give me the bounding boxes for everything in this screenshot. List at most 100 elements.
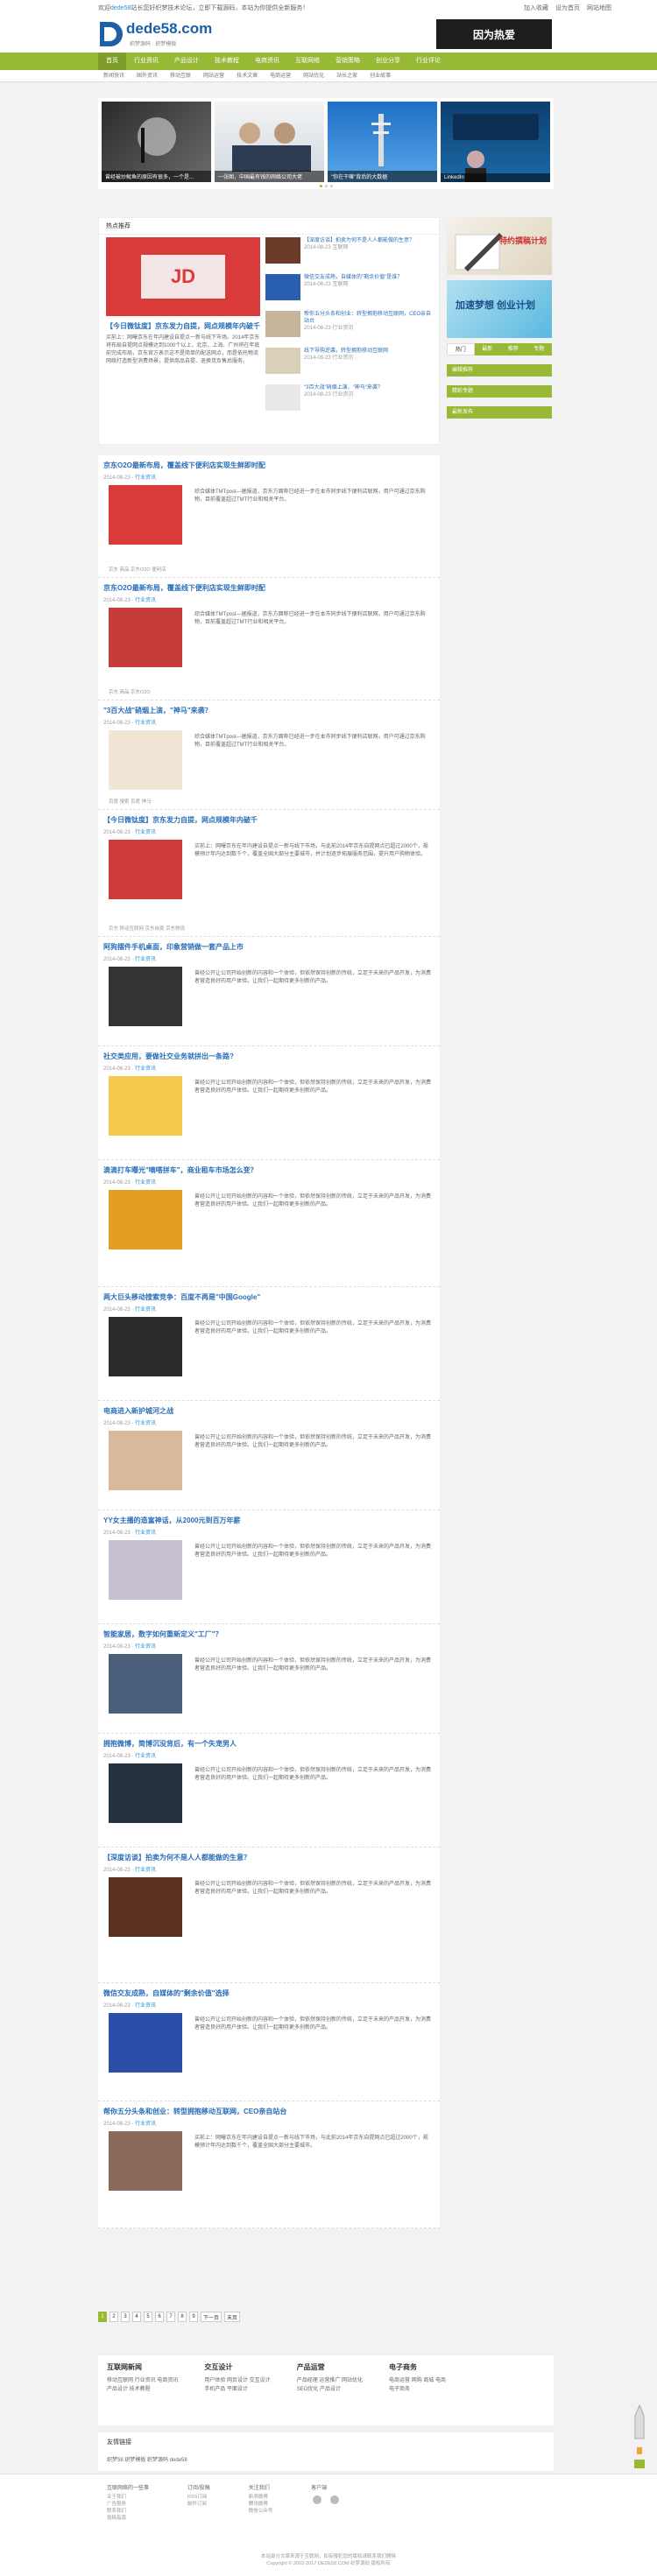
tab-latest[interactable]: 最新 bbox=[474, 343, 500, 355]
sidebar-section-topics[interactable]: 精彩专题 bbox=[447, 385, 552, 398]
footer-link[interactable]: 微信公众号 bbox=[249, 2508, 273, 2515]
article-thumbnail[interactable] bbox=[109, 1654, 182, 1714]
slide-2[interactable]: 一张图，中国最有钱的网络公司大佬 bbox=[215, 102, 324, 182]
article-thumbnail[interactable] bbox=[109, 1317, 182, 1376]
friend-links-list[interactable]: 织梦58 织梦模板 织梦源码 dede58 bbox=[107, 2455, 545, 2463]
nav-item-internet[interactable]: 互联网络 bbox=[287, 53, 328, 70]
subnav-item[interactable]: 国外资讯 bbox=[137, 70, 158, 81]
nav-item-startup[interactable]: 创业分享 bbox=[368, 53, 408, 70]
article-category[interactable]: 行业资讯 bbox=[135, 721, 156, 726]
subnav-item[interactable]: 创业故事 bbox=[370, 70, 391, 81]
footer-col-links[interactable]: 手机产品 平面设计 bbox=[204, 2385, 270, 2394]
footer-col-links[interactable]: 移动互联网 行业资讯 电商资讯 bbox=[107, 2376, 178, 2385]
slide-4[interactable]: LinkedIn bbox=[441, 102, 550, 182]
page-link[interactable]: 3 bbox=[121, 2312, 130, 2322]
article-category[interactable]: 行业资讯 bbox=[135, 1307, 156, 1313]
article-thumbnail[interactable] bbox=[109, 840, 182, 899]
article-category[interactable]: 行业资讯 bbox=[135, 957, 156, 962]
slide-1[interactable]: 曾经被炒鱿鱼的原因有很多，一个是... bbox=[102, 102, 211, 182]
subnav-item[interactable]: 网站优化 bbox=[303, 70, 324, 81]
article-title[interactable]: 滴滴打车曝光"嘀嗒拼车"，商业租车市场怎么变？ bbox=[98, 1160, 440, 1175]
sidebar-section-latest[interactable]: 最新发布 bbox=[447, 406, 552, 419]
footer-link[interactable]: 新浪微博 bbox=[249, 2494, 273, 2501]
article-thumbnail[interactable] bbox=[109, 1877, 182, 1937]
article-category[interactable]: 行业资讯 bbox=[135, 2122, 156, 2127]
article-title[interactable]: 社交类应用，要做社交业务就拼出一条路? bbox=[98, 1046, 440, 1061]
hot-item-title[interactable]: 帮你五分头条和创业：转型拥抱移动互联网，CEO亲自站台 bbox=[304, 311, 432, 325]
hot-list-item[interactable]: 微信交友成熟，自媒体的"剩余价值"是谁？ 2014-08-23 互联网 bbox=[265, 274, 432, 307]
article-thumbnail[interactable] bbox=[109, 1540, 182, 1600]
header-banner-ad[interactable]: 因为热爱 bbox=[436, 19, 552, 49]
article-title[interactable]: 京东O2O最新布局，覆盖线下便利店实现生鲜即时配 bbox=[98, 578, 440, 593]
article-title[interactable]: YY女主播的造富神话，从2000元到百万年薪 bbox=[98, 1510, 440, 1525]
tab-recommend[interactable]: 推荐 bbox=[500, 343, 526, 355]
page-link[interactable]: 5 bbox=[144, 2312, 152, 2322]
page-link[interactable]: 2 bbox=[110, 2312, 118, 2322]
slide-3[interactable]: "你在干嘛"背后的大数据 bbox=[328, 102, 437, 182]
article-title[interactable]: 两大巨头移动搜索竞争：百度不再是"中国Google" bbox=[98, 1287, 440, 1302]
article-thumbnail[interactable] bbox=[109, 485, 182, 545]
article-category[interactable]: 行业资讯 bbox=[135, 1066, 156, 1072]
footer-link[interactable]: 邮件订阅 bbox=[187, 2501, 210, 2508]
article-thumbnail[interactable] bbox=[109, 967, 182, 1026]
article-thumbnail[interactable] bbox=[109, 1763, 182, 1823]
site-logo[interactable]: dede58.com 织梦源码 · 织梦模板 bbox=[98, 17, 212, 50]
article-title[interactable]: 拥抱微博，简博沉没背后，有一个失宠男人 bbox=[98, 1734, 440, 1749]
hot-main-title[interactable]: 【今日微钛度】京东发力自提，网点规模年内破千 bbox=[106, 321, 260, 331]
page-link[interactable]: 下一页 bbox=[201, 2312, 223, 2322]
footer-link[interactable]: 联系我们 bbox=[107, 2508, 149, 2515]
article-title[interactable]: 电商进入新护城河之战 bbox=[98, 1401, 440, 1416]
subnav-item[interactable]: 移动互联 bbox=[170, 70, 191, 81]
page-link[interactable]: 9 bbox=[189, 2312, 198, 2322]
footer-col-links[interactable]: 电子商务 bbox=[389, 2385, 446, 2394]
page-link[interactable]: 8 bbox=[178, 2312, 187, 2322]
footer-col-links[interactable]: SEO优化 产品设计 bbox=[297, 2385, 363, 2394]
article-category[interactable]: 行业资讯 bbox=[135, 598, 156, 603]
article-category[interactable]: 行业资讯 bbox=[135, 1644, 156, 1650]
article-category[interactable]: 行业资讯 bbox=[135, 1531, 156, 1536]
nav-item-ecommerce[interactable]: 电商资讯 bbox=[247, 53, 287, 70]
article-thumbnail[interactable] bbox=[109, 1190, 182, 1249]
welcome-highlight[interactable]: dede58 bbox=[110, 5, 131, 11]
nav-item-review[interactable]: 行业评论 bbox=[408, 53, 449, 70]
footer-col-links[interactable]: 用户体验 网页设计 交互设计 bbox=[204, 2376, 270, 2385]
article-thumbnail[interactable] bbox=[109, 2013, 182, 2073]
nav-item-news[interactable]: 行业资讯 bbox=[126, 53, 166, 70]
article-thumbnail[interactable] bbox=[109, 2131, 182, 2191]
article-title[interactable]: 阿狗摆件手机桌面，印象营销做一套产品上市 bbox=[98, 937, 440, 952]
nav-item-design[interactable]: 产品设计 bbox=[166, 53, 207, 70]
top-link-homepage[interactable]: 设为首页 bbox=[555, 4, 580, 12]
article-category[interactable]: 行业资讯 bbox=[135, 1754, 156, 1759]
hot-item-title[interactable]: "3百大战"硝烟上演，"神马"来袭？ bbox=[304, 384, 383, 391]
footer-link[interactable]: 关于我们 bbox=[107, 2494, 149, 2501]
article-title[interactable]: 京东O2O最新布局，覆盖线下便利店实现生鲜即时配 bbox=[98, 455, 440, 470]
subnav-item[interactable]: 站长之家 bbox=[336, 70, 357, 81]
article-title[interactable]: "3百大战"硝烟上演，"神马"来袭？ bbox=[98, 700, 440, 715]
subnav-item[interactable]: 新闻快讯 bbox=[103, 70, 124, 81]
hot-list-item[interactable]: 线下导购逆袭，转型拥抱移动互联网 2014-08-23 行业资讯 bbox=[265, 348, 432, 381]
slider-dot[interactable] bbox=[329, 185, 333, 187]
article-title[interactable]: 智能家居，数字如何重新定义"工厂"？ bbox=[98, 1624, 440, 1639]
article-title[interactable]: 帮你五分头条和创业：转型拥抱移动互联网，CEO亲自站台 bbox=[98, 2101, 440, 2116]
subnav-item[interactable]: 电商运营 bbox=[270, 70, 291, 81]
article-title[interactable]: 微信交友成熟，自媒体的"剩余价值"选择 bbox=[98, 1983, 440, 1998]
footer-link[interactable]: RSS订阅 bbox=[187, 2494, 210, 2501]
app-store-icons[interactable] bbox=[311, 2494, 346, 2506]
slider-dot[interactable] bbox=[319, 185, 322, 187]
article-category[interactable]: 行业资讯 bbox=[135, 830, 156, 835]
hot-main-image[interactable]: JD bbox=[106, 237, 260, 316]
hot-item-title[interactable]: 【深度访谈】拍卖为何不是人人都能做的生意？ bbox=[304, 237, 414, 244]
footer-col-links[interactable]: 电商运营 网购 商城 电商 bbox=[389, 2376, 446, 2385]
top-link-sitemap[interactable]: 网站地图 bbox=[587, 4, 611, 12]
article-title[interactable]: 【深度访谈】拍卖为何不是人人都能做的生意？ bbox=[98, 1848, 440, 1862]
tab-topic[interactable]: 专题 bbox=[526, 343, 552, 355]
nav-item-tutorial[interactable]: 技术教程 bbox=[207, 53, 247, 70]
page-link[interactable]: 1 bbox=[98, 2312, 107, 2322]
hot-list-item[interactable]: 【深度访谈】拍卖为何不是人人都能做的生意？ 2014-08-23 互联网 bbox=[265, 237, 432, 271]
article-thumbnail[interactable] bbox=[109, 1431, 182, 1490]
page-link[interactable]: 末页 bbox=[224, 2312, 241, 2322]
sidebar-section-editor[interactable]: 编辑推荐 bbox=[447, 364, 552, 377]
footer-col-links[interactable]: 产品设计 技术教程 bbox=[107, 2385, 178, 2394]
page-link[interactable]: 7 bbox=[166, 2312, 175, 2322]
article-category[interactable]: 行业资讯 bbox=[135, 1868, 156, 1873]
